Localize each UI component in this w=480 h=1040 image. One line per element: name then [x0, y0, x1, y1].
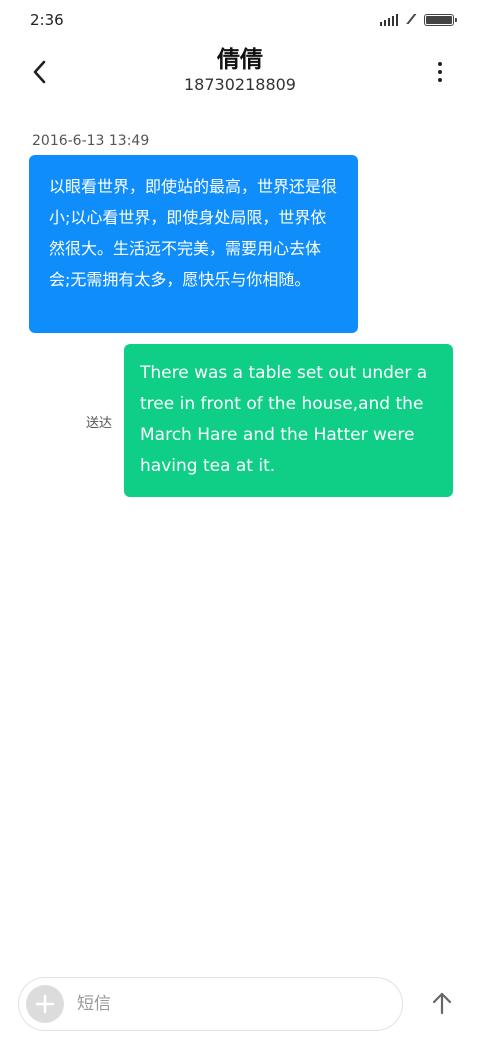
status-icons: ⁄⁄: [379, 12, 457, 28]
message-timestamp: 2016-6-13 13:49: [32, 133, 150, 149]
back-button[interactable]: [22, 54, 58, 90]
outgoing-message-bubble[interactable]: There was a table set out under a tree i…: [124, 344, 453, 497]
incoming-message-bubble[interactable]: 以眼看世界，即使站的最高，世界还是很小;以心看世界，即使身处局限，世界依然很大。…: [29, 155, 358, 333]
more-vertical-icon-dot: [438, 70, 442, 74]
conversation-header: 倩倩 18730218809: [0, 40, 480, 110]
battery-fill: [426, 16, 452, 24]
status-bar: 2:36 ⁄⁄: [0, 0, 480, 40]
chevron-left-icon: [33, 60, 46, 84]
send-button[interactable]: [424, 985, 460, 1021]
wifi-off-icon: ⁄⁄: [409, 12, 414, 28]
more-options-button[interactable]: [422, 54, 458, 90]
add-attachment-button[interactable]: [26, 985, 64, 1023]
messaging-screen: 2:36 ⁄⁄ 倩倩 18730218809 2016-6-13 13:49 以…: [0, 0, 480, 1040]
outgoing-message-text: There was a table set out under a tree i…: [140, 363, 428, 476]
plus-icon: [35, 994, 55, 1014]
contact-info: 倩倩 18730218809: [120, 46, 360, 95]
signal-icon: [379, 14, 398, 26]
contact-number: 18730218809: [184, 75, 296, 94]
incoming-message-text: 以眼看世界，即使站的最高，世界还是很小;以心看世界，即使身处局限，世界依然很大。…: [49, 177, 338, 289]
delivery-status: 送达: [86, 416, 113, 431]
battery-icon: [424, 14, 457, 26]
more-vertical-icon-dot: [438, 78, 442, 82]
status-time: 2:36: [30, 11, 64, 29]
contact-name: 倩倩: [217, 47, 263, 73]
message-input[interactable]: [77, 994, 377, 1014]
message-composer: [18, 977, 403, 1031]
more-vertical-icon: [438, 62, 442, 66]
arrow-up-icon: [432, 992, 452, 1015]
